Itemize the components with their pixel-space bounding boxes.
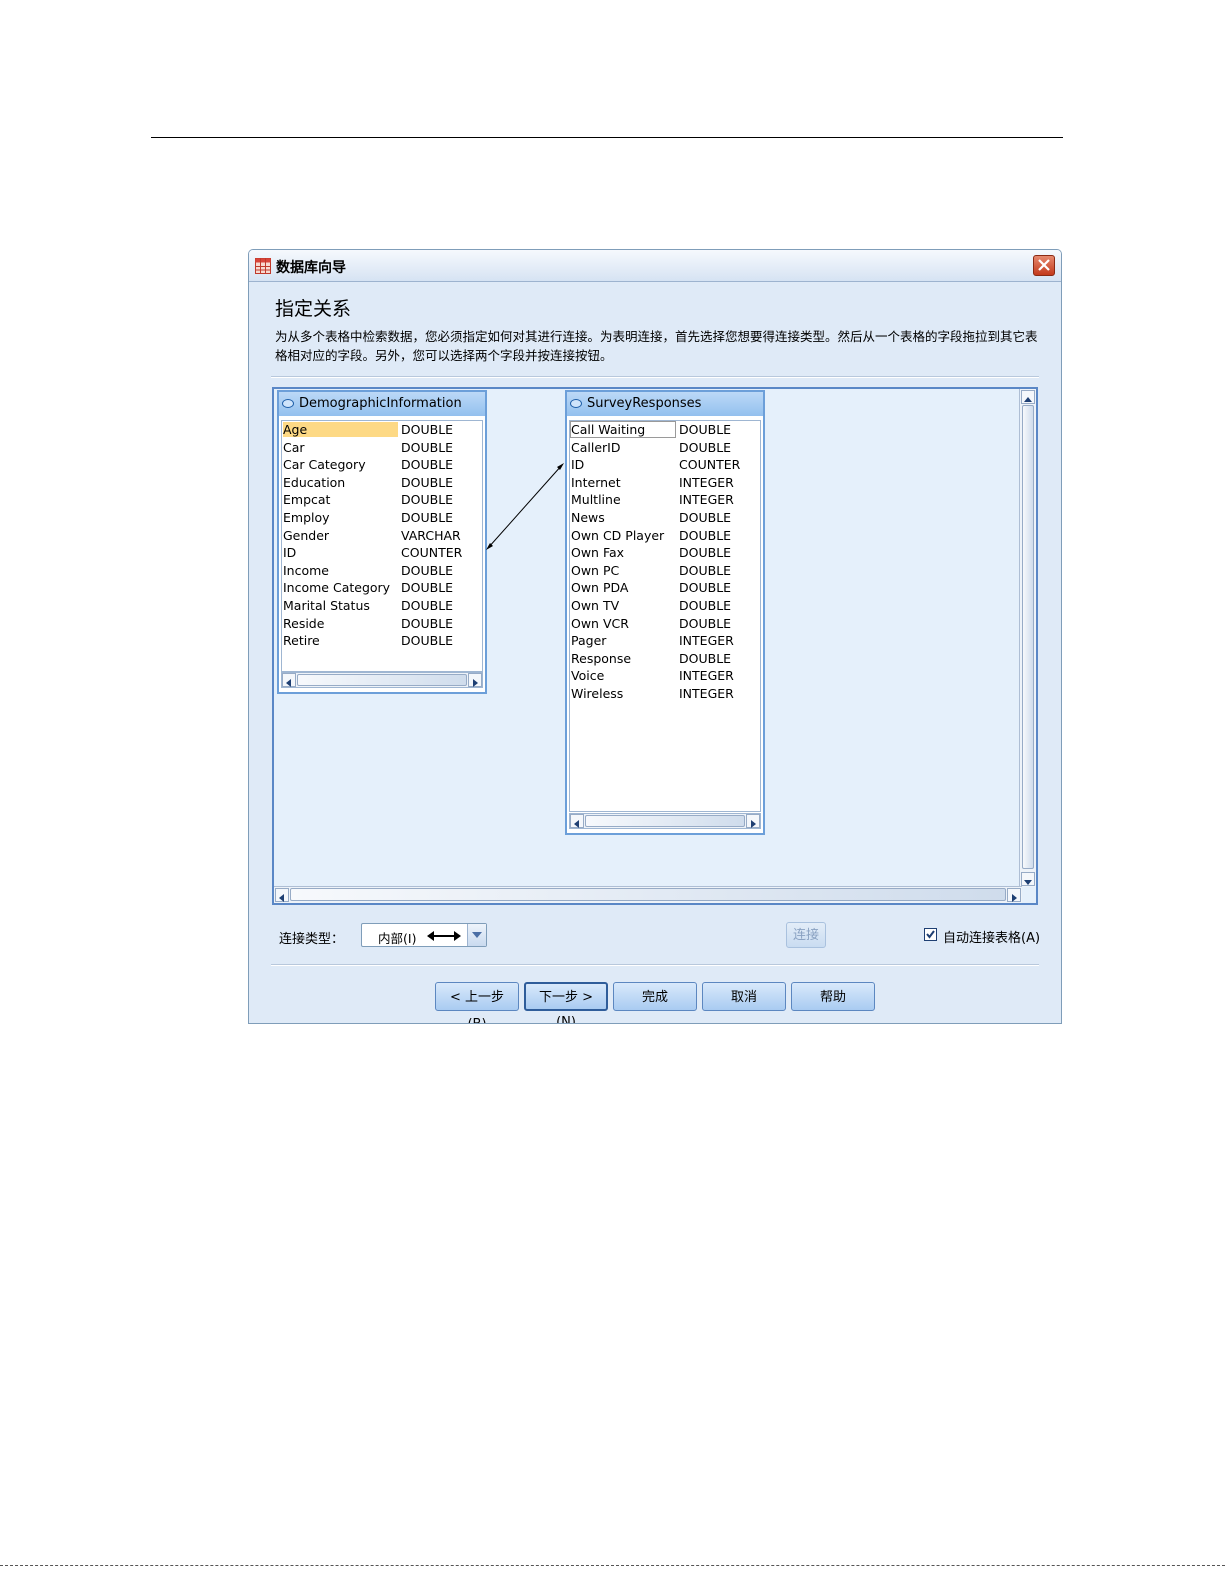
scroll-up-button[interactable] [1021, 390, 1035, 404]
close-icon [1038, 259, 1050, 271]
title-bar[interactable]: 数据库向导 [249, 250, 1061, 282]
auto-join-checkbox[interactable] [924, 928, 937, 941]
window-title: 数据库向导 [276, 260, 346, 276]
double-arrow-icon [427, 931, 461, 941]
canvas-horizontal-scrollbar[interactable] [274, 886, 1022, 903]
finish-button[interactable]: 完成 [613, 982, 697, 1011]
page-top-rule [151, 137, 1063, 138]
cancel-button[interactable]: 取消 [702, 982, 786, 1011]
join-connector-line[interactable] [274, 389, 1034, 889]
join-options-row: 连接类型： 内部(I) 连接 自动连接表格(A) [249, 920, 1061, 950]
connect-button[interactable]: 连接 [786, 922, 826, 948]
help-button[interactable]: 帮助 [791, 982, 875, 1011]
table-grid-icon [255, 258, 271, 274]
scroll-left-button[interactable] [275, 888, 289, 902]
scroll-thumb[interactable] [290, 888, 1006, 901]
join-type-label: 连接类型： [279, 932, 345, 947]
arrow-left-icon [279, 894, 284, 902]
scroll-down-button[interactable] [1021, 872, 1035, 886]
relationship-canvas[interactable]: DemographicInformation Age DOUBLE Car DOUBL… [272, 387, 1038, 905]
separator-top [271, 376, 1039, 378]
arrow-right-icon [1012, 894, 1017, 902]
next-button[interactable]: 下一步 >(N) [524, 982, 608, 1023]
close-button[interactable] [1033, 255, 1055, 276]
scroll-thumb[interactable] [1022, 405, 1034, 869]
dropdown-button[interactable] [467, 924, 486, 946]
back-button[interactable]: < 上一步(B) [435, 982, 519, 1023]
join-type-select[interactable]: 内部(I) [361, 923, 487, 947]
wizard-button-bar: < 上一步(B) 下一步 >(N) 完成 取消 帮助 [249, 982, 1061, 1023]
database-wizard-dialog: 数据库向导 指定关系 为从多个表格中检索数据，您必须指定如何对其进行连接。为表明… [248, 249, 1062, 1024]
separator-bottom [271, 964, 1039, 966]
join-type-value: 内部(I) [378, 931, 417, 946]
canvas-vertical-scrollbar[interactable] [1019, 389, 1036, 887]
chevron-down-icon [472, 932, 482, 938]
scroll-right-button[interactable] [1007, 888, 1021, 902]
page-bottom-rule [0, 1565, 1225, 1566]
arrow-down-icon [1024, 880, 1032, 885]
checkmark-icon [926, 930, 935, 939]
page-description: 为从多个表格中检索数据，您必须指定如何对其进行连接。为表明连接，首先选择您想要得… [275, 329, 1038, 363]
auto-join-label[interactable]: 自动连接表格(A) [943, 927, 1040, 946]
page-heading: 指定关系 [275, 298, 352, 320]
